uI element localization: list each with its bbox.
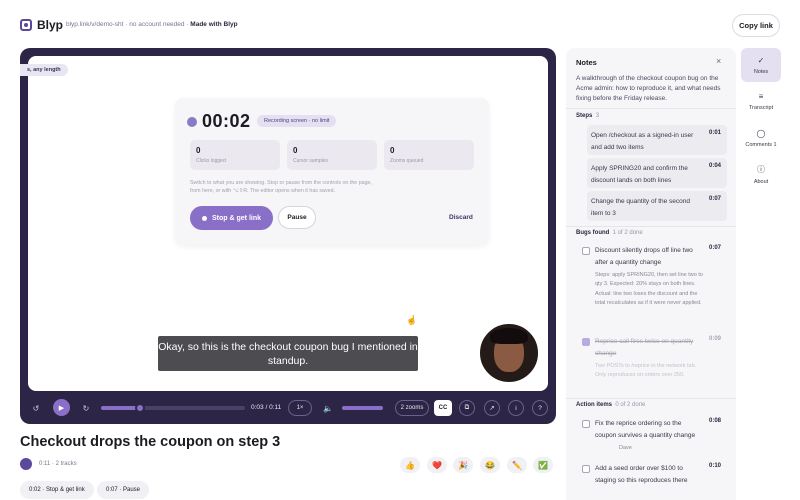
volume-icon[interactable]: 🔈	[321, 401, 335, 415]
reaction-laugh[interactable]: 😂	[480, 457, 500, 473]
time-readout: 0:03 / 0:11	[251, 404, 282, 411]
recording-badge: Recording screen · no limit	[257, 115, 337, 127]
captions-button[interactable]: CC	[434, 400, 452, 416]
length-chip: s, any length	[20, 64, 68, 76]
video-title: Checkout drops the coupon on step 3	[20, 434, 281, 450]
stat-cursor: 0 Cursor samples	[287, 140, 377, 170]
progress-track[interactable]	[101, 403, 245, 413]
stop-and-get-link-button[interactable]: Stop & get link	[190, 206, 273, 230]
info-circle-icon: ⓘ	[757, 164, 765, 174]
reaction-check[interactable]: ✅	[533, 457, 553, 473]
bugs-heading: Bugs found 1 of 2 done	[576, 230, 643, 236]
action-checkbox[interactable]	[582, 420, 590, 428]
expand-icon[interactable]: ↗	[484, 400, 500, 416]
transcript-icon: ≡	[758, 91, 764, 101]
action-checkbox[interactable]	[582, 465, 590, 473]
divider	[566, 108, 736, 109]
tab-transcript[interactable]: ≡ Transcript	[741, 84, 781, 118]
reaction-pencil[interactable]: ✏️	[507, 457, 527, 473]
bug-checkbox[interactable]	[582, 247, 590, 255]
info-icon[interactable]: i	[508, 400, 524, 416]
notes-description: A walkthrough of the checkout coupon bug…	[576, 75, 721, 102]
bug-item[interactable]: Discount silently drops off line two aft…	[591, 245, 727, 329]
forward-icon[interactable]: ↻	[79, 401, 93, 415]
step-item[interactable]: Change the quantity of the second item t…	[587, 191, 727, 221]
action-item[interactable]: Add a seed order over $100 to staging so…	[591, 463, 727, 493]
made-with-link: Made with Blyp	[190, 21, 238, 28]
bug-item[interactable]: Reprice call fires twice on quantity cha…	[591, 336, 727, 392]
zooms-button[interactable]: 2 zooms	[395, 400, 429, 416]
share-url[interactable]: blyp.link/v/demo-sht · no account needed…	[66, 21, 238, 28]
volume-slider[interactable]	[342, 406, 383, 410]
steps-heading: Steps 3	[576, 113, 600, 119]
rewind-icon[interactable]: ↺	[29, 401, 43, 415]
pause-button[interactable]: Pause	[278, 206, 316, 229]
actions-heading: Action items 0 of 2 done	[576, 402, 646, 408]
record-dot-icon	[202, 215, 207, 221]
bug-checkbox-checked[interactable]	[582, 338, 590, 346]
notes-title: Notes	[576, 58, 597, 67]
close-icon[interactable]: ×	[716, 56, 721, 66]
comment-icon: ◯	[756, 128, 766, 138]
brand-name: Blyp	[37, 18, 64, 32]
step-item[interactable]: Apply SPRING20 and confirm the discount …	[587, 158, 727, 188]
divider	[566, 398, 736, 399]
pip-icon[interactable]: ⧉	[459, 400, 475, 416]
reaction-party[interactable]: 🎉	[453, 457, 473, 473]
tab-notes[interactable]: ✓ Notes	[741, 48, 781, 82]
tab-comments[interactable]: ◯ Comments 1	[741, 121, 781, 155]
stat-zooms: 0 Zooms queued	[384, 140, 474, 170]
discard-button[interactable]: Discard	[449, 214, 473, 221]
webcam-bubble[interactable]	[478, 322, 540, 384]
video-meta: 0:11 · 2 tracks	[39, 461, 77, 467]
help-icon[interactable]: ?	[532, 400, 548, 416]
chapter-chip[interactable]: 0:07 · Pause	[97, 481, 150, 499]
avatar	[20, 458, 32, 470]
reaction-thumbs[interactable]: 👍	[400, 457, 420, 473]
caption-subtitle: Okay, so this is the checkout coupon bug…	[158, 336, 418, 371]
recording-dot-icon	[187, 117, 197, 127]
logo-icon	[20, 19, 32, 31]
tab-about[interactable]: ⓘ About	[741, 157, 781, 191]
progress-handle[interactable]	[134, 403, 145, 413]
recording-timer: 00:02	[202, 111, 251, 131]
recording-help-text: Switch to what you are showing. Stop or …	[190, 180, 372, 194]
speed-button[interactable]: 1×	[288, 400, 312, 416]
chapter-chip[interactable]: 0:02 · Stop & get link	[20, 481, 94, 499]
reaction-heart[interactable]: ❤️	[427, 457, 447, 473]
copy-link-button[interactable]: Copy link	[732, 14, 780, 37]
action-item[interactable]: Fix the reprice ordering so the coupon s…	[591, 418, 727, 456]
play-button[interactable]: ▶	[53, 399, 70, 416]
cursor-icon: ☝	[406, 315, 418, 325]
stat-clicks: 0 Clicks logged	[190, 140, 280, 170]
divider	[566, 226, 736, 227]
check-icon: ✓	[757, 55, 765, 65]
step-item[interactable]: Open /checkout as a signed-in user and a…	[587, 125, 727, 155]
